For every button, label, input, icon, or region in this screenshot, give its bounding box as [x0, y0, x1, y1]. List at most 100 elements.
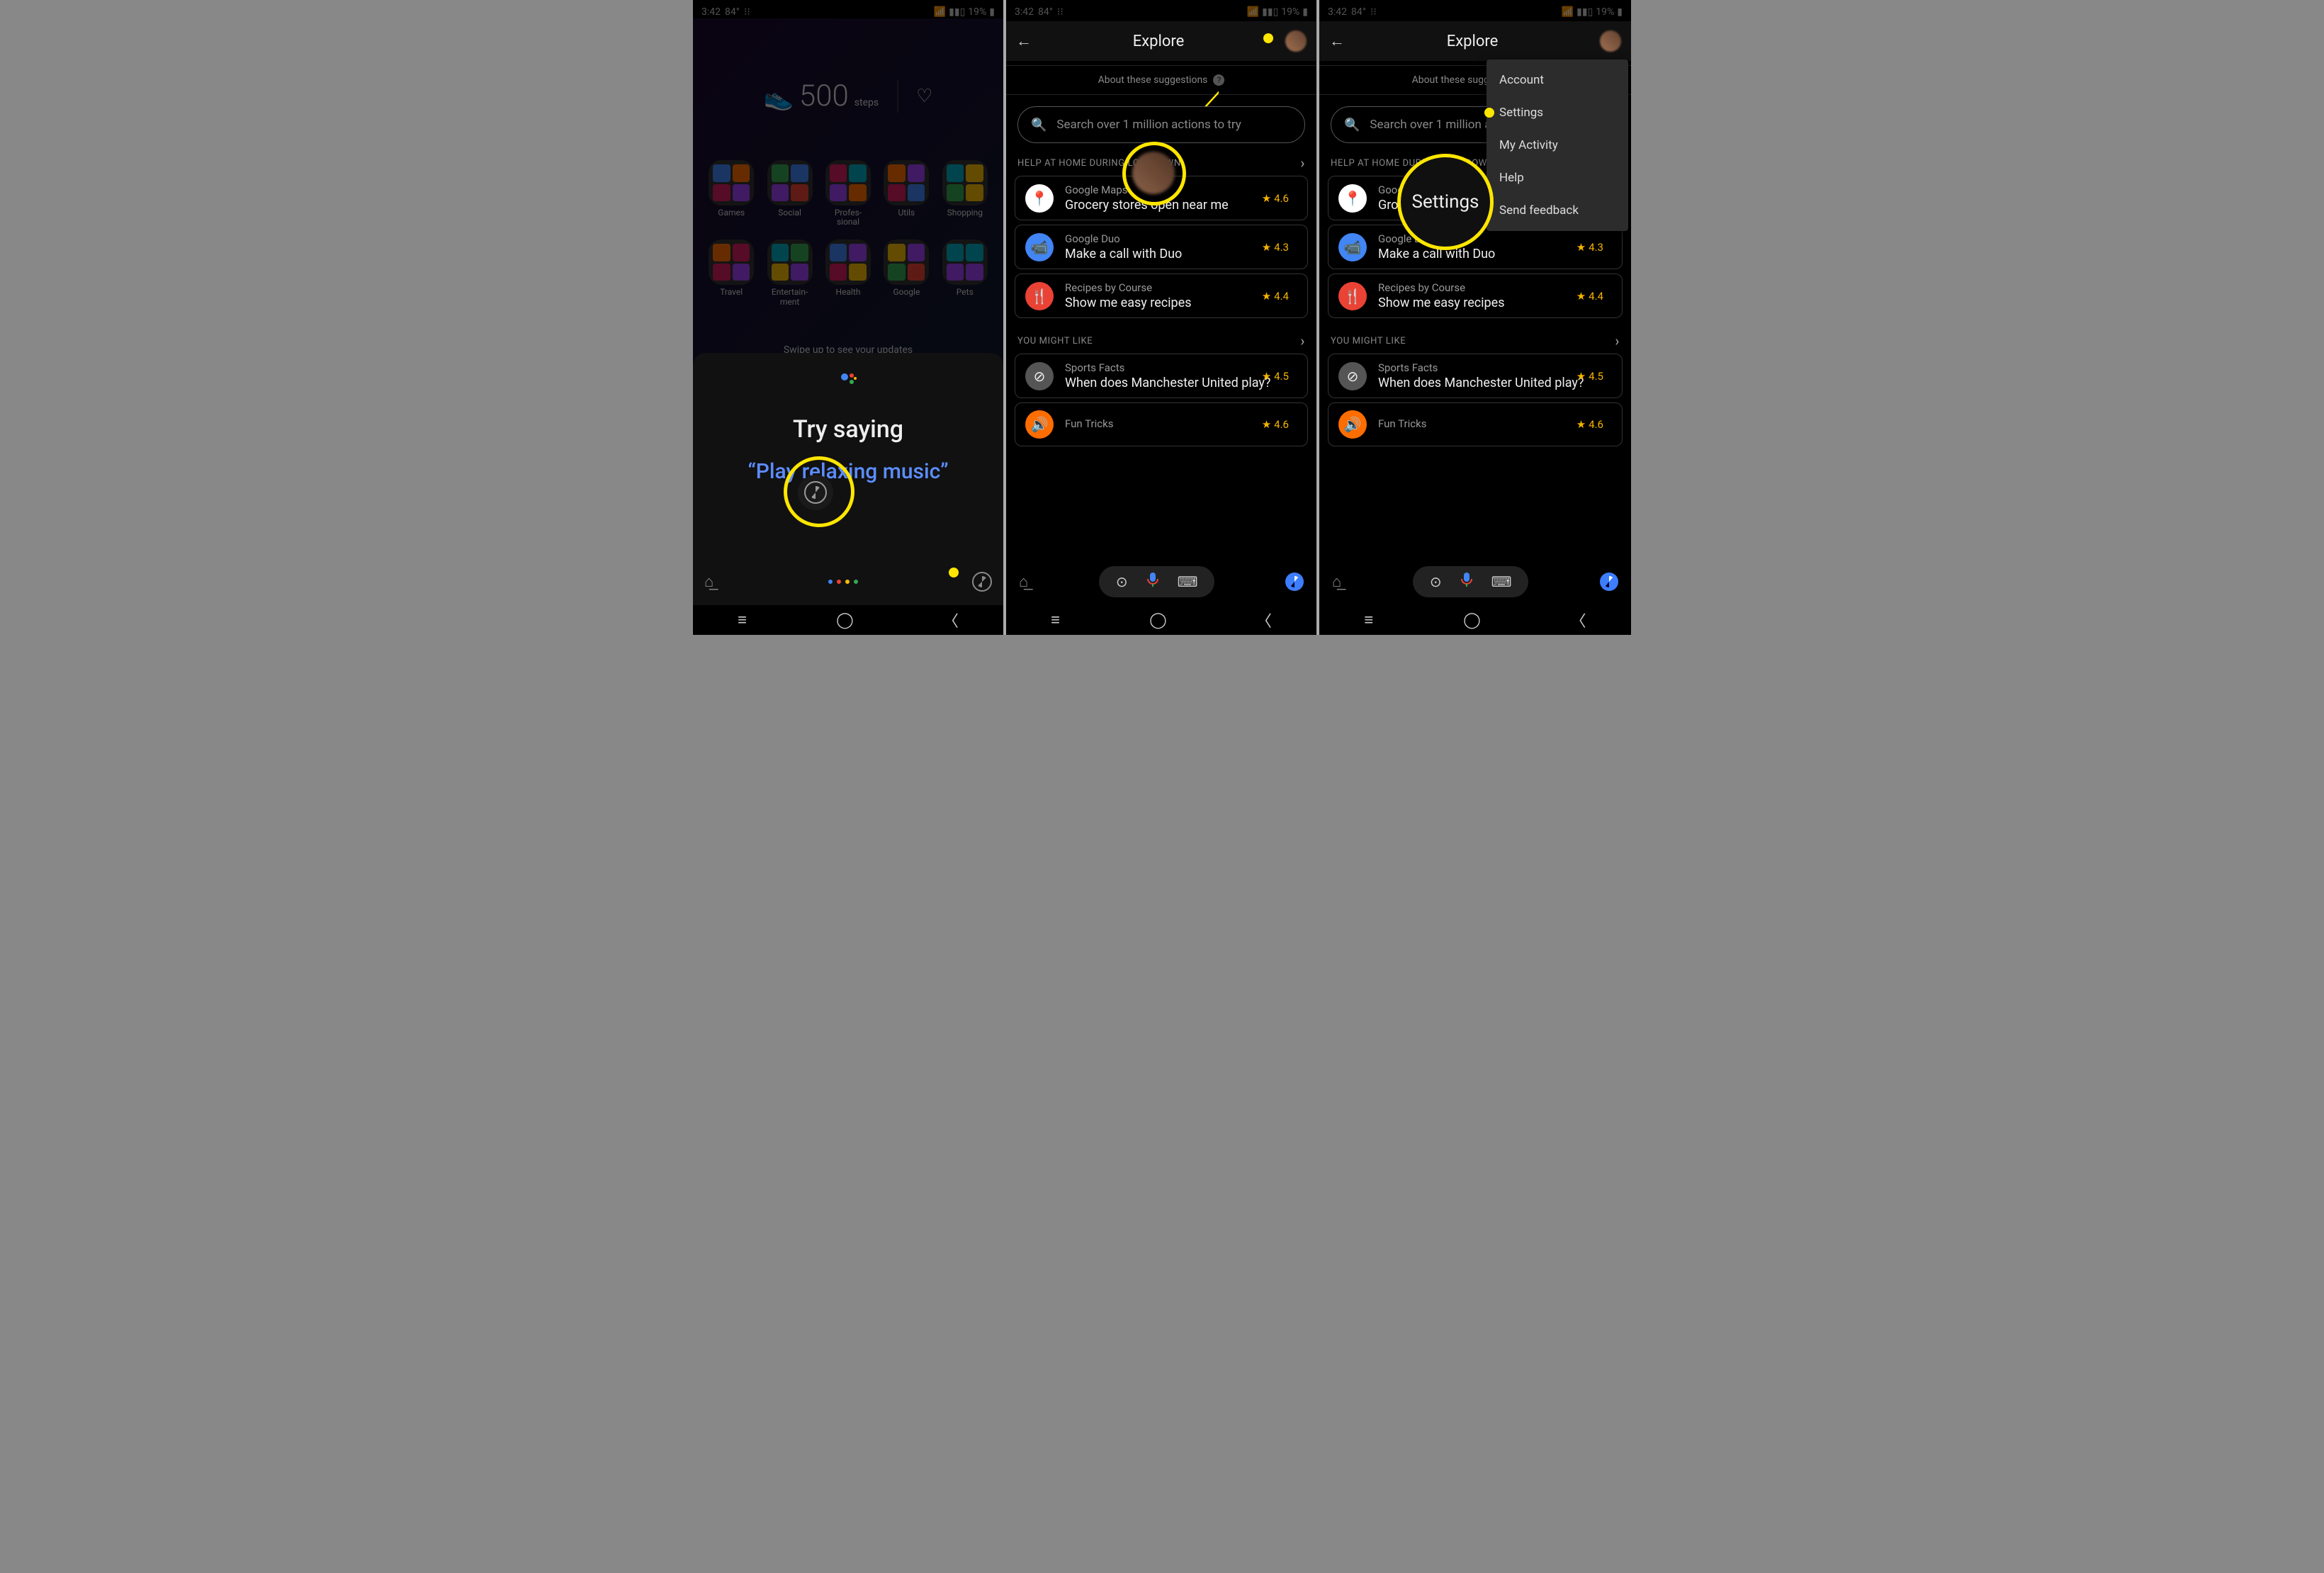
assistant-bottom-bar: ⌂̲ ⊙ ⌨	[1319, 563, 1631, 601]
section-you-might-like[interactable]: YOU MIGHT LIKE›	[1006, 332, 1316, 349]
updates-tray-icon[interactable]: ⌂̲	[704, 573, 713, 591]
card-app-icon: 📍	[1338, 184, 1367, 213]
menu-item-help[interactable]: Help	[1487, 162, 1628, 194]
card-rating: ★ 4.6	[1262, 418, 1289, 431]
lens-icon[interactable]: ⊙	[1116, 573, 1128, 590]
keyboard-icon[interactable]: ⌨	[1178, 573, 1198, 590]
screen-3-explore-menu: 3:4284°⁝⁝ 📶▮▮▯19%▮ ← Explore About these…	[1319, 0, 1631, 635]
screen-1-assistant-prompt: 3:4284°⁝⁝ 📶▮▮▯19%▮ 👟500steps ♡ GamesSoci…	[693, 0, 1003, 635]
card-app-icon: 🍴	[1338, 282, 1367, 310]
suggestion-card[interactable]: 📹Google DuoMake a call with Duo★ 4.3	[1015, 225, 1308, 269]
keyboard-icon[interactable]: ⌨	[1491, 573, 1512, 590]
about-suggestions-link[interactable]: About these suggestions?	[1006, 65, 1316, 95]
card-app-icon: 📹	[1025, 233, 1054, 261]
recents-button[interactable]: ≡	[1051, 611, 1060, 629]
page-title: Explore	[1042, 33, 1275, 50]
explore-compass-icon[interactable]	[972, 572, 992, 592]
status-bar: 3:4284°⁝⁝ 📶▮▮▯19%▮	[1006, 0, 1316, 21]
card-app-icon: 🔊	[1025, 410, 1054, 439]
app-folder[interactable]: Shopping	[940, 160, 991, 227]
assistant-panel: Try saying “Play relaxing music” ⌂̲	[693, 353, 1003, 605]
suggested-phrase: “Play relaxing music”	[693, 459, 1003, 484]
explore-top-bar: ← Explore	[1319, 21, 1631, 61]
back-button[interactable]: 〈	[1256, 609, 1272, 631]
card-rating: ★ 4.5	[1262, 370, 1289, 383]
mic-icon[interactable]	[1460, 572, 1473, 592]
recents-button[interactable]: ≡	[738, 611, 747, 629]
suggestion-card[interactable]: 🔊Fun Tricks★ 4.6	[1015, 402, 1308, 446]
android-nav-bar: ≡ ◯ 〈	[693, 605, 1003, 635]
search-input[interactable]: 🔍 Search over 1 million actions to try	[1017, 106, 1305, 143]
shoe-icon: 👟	[764, 84, 794, 112]
chevron-right-icon: ›	[1300, 154, 1305, 171]
menu-item-my-activity[interactable]: My Activity	[1487, 129, 1628, 162]
profile-menu: AccountSettingsMy ActivityHelpSend feedb…	[1487, 60, 1628, 231]
mic-icon[interactable]	[1146, 572, 1159, 592]
page-title: Explore	[1355, 33, 1590, 50]
card-app-icon: ⊘	[1338, 362, 1367, 390]
updates-tray-icon[interactable]: ⌂̲	[1019, 573, 1028, 591]
android-nav-bar: ≡ ◯ 〈	[1006, 605, 1316, 635]
assistant-bottom-bar: ⌂̲ ⊙ ⌨	[1006, 563, 1316, 601]
annotation-dot	[949, 568, 959, 577]
app-folder[interactable]: Pets	[940, 239, 991, 306]
app-folder[interactable]: Utils	[881, 160, 932, 227]
home-button[interactable]: ◯	[836, 611, 854, 629]
profile-avatar[interactable]	[1600, 30, 1621, 52]
app-folder[interactable]: Social	[764, 160, 815, 227]
home-button[interactable]: ◯	[1463, 611, 1481, 629]
suggestion-card[interactable]: ⊘Sports FactsWhen does Manchester United…	[1015, 354, 1308, 398]
card-app-icon: 📍	[1025, 184, 1054, 213]
menu-item-settings[interactable]: Settings	[1487, 96, 1628, 129]
annotation-settings-bubble: Settings	[1399, 156, 1491, 248]
chevron-right-icon: ›	[1300, 332, 1305, 349]
back-button[interactable]: 〈	[943, 609, 959, 631]
updates-tray-icon[interactable]: ⌂̲	[1332, 573, 1341, 591]
back-button[interactable]: 〈	[1571, 609, 1586, 631]
suggestion-card[interactable]: 🔊Fun Tricks★ 4.6	[1328, 402, 1623, 446]
status-bar: 3:4284°⁝⁝ 📶▮▮▯19%▮	[1319, 0, 1631, 21]
google-assistant-icon	[839, 370, 857, 391]
suggestion-card[interactable]: 🍴Recipes by CourseShow me easy recipes★ …	[1015, 274, 1308, 318]
annotation-dot	[1263, 33, 1273, 43]
card-rating: ★ 4.3	[1576, 241, 1603, 254]
back-icon[interactable]: ←	[1329, 32, 1345, 50]
heart-icon: ♡	[916, 86, 932, 107]
search-icon: 🔍	[1344, 118, 1360, 133]
menu-item-account[interactable]: Account	[1487, 64, 1628, 96]
back-icon[interactable]: ←	[1016, 32, 1032, 50]
card-app-icon: 📹	[1338, 233, 1367, 261]
home-button[interactable]: ◯	[1149, 611, 1167, 629]
menu-item-send-feedback[interactable]: Send feedback	[1487, 194, 1628, 227]
section-you-might-like[interactable]: YOU MIGHT LIKE›	[1319, 332, 1631, 349]
suggestion-card[interactable]: ⊘Sports FactsWhen does Manchester United…	[1328, 354, 1623, 398]
card-app-icon: 🍴	[1025, 282, 1054, 310]
try-saying-label: Try saying	[693, 415, 1003, 444]
card-rating: ★ 4.4	[1262, 290, 1289, 303]
explore-compass-icon[interactable]	[1600, 573, 1618, 591]
chevron-right-icon: ›	[1615, 332, 1620, 349]
explore-compass-icon[interactable]	[1285, 573, 1304, 591]
app-folder[interactable]: Profes- sional	[823, 160, 874, 227]
suggestion-card[interactable]: 🍴Recipes by CourseShow me easy recipes★ …	[1328, 274, 1623, 318]
search-placeholder: Search over 1 million actions to try	[1056, 118, 1241, 132]
card-rating: ★ 4.6	[1576, 418, 1603, 431]
android-nav-bar: ≡ ◯ 〈	[1319, 605, 1631, 635]
card-rating: ★ 4.3	[1262, 241, 1289, 254]
app-folder[interactable]: Entertain- ment	[764, 239, 815, 306]
search-icon: 🔍	[1031, 118, 1047, 133]
lens-icon[interactable]: ⊙	[1430, 573, 1442, 590]
screen-2-explore: 3:4284°⁝⁝ 📶▮▮▯19%▮ ← Explore About these…	[1006, 0, 1316, 635]
annotation-dot	[1484, 108, 1494, 118]
assistant-listening-dots[interactable]	[828, 580, 858, 584]
app-folder[interactable]: Travel	[706, 239, 757, 306]
app-folder[interactable]: Games	[706, 160, 757, 227]
recents-button[interactable]: ≡	[1364, 611, 1373, 629]
card-app-icon: ⊘	[1025, 362, 1054, 390]
help-icon: ?	[1213, 74, 1224, 86]
health-widget: 👟500steps ♡	[764, 79, 933, 113]
app-folder[interactable]: Health	[823, 239, 874, 306]
profile-avatar[interactable]	[1285, 30, 1307, 52]
app-folder[interactable]: Google	[881, 239, 932, 306]
card-app-icon: 🔊	[1338, 410, 1367, 439]
